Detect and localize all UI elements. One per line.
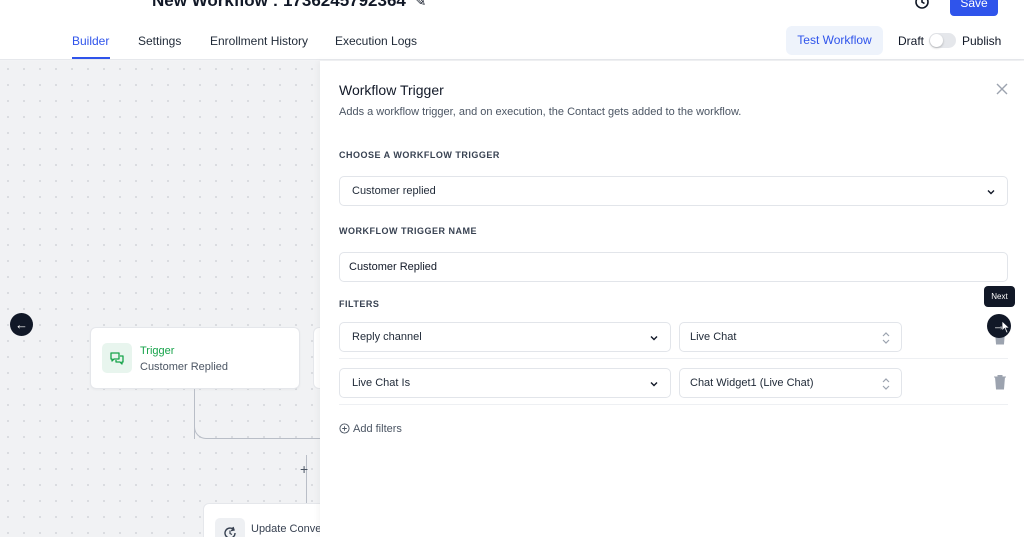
add-filters-label: Add filters xyxy=(353,423,402,435)
trigger-node-name: Customer Replied xyxy=(140,361,229,373)
trigger-name-input[interactable]: Customer Replied xyxy=(339,252,1008,282)
publish-toggle[interactable] xyxy=(929,33,956,48)
second-trigger-node[interactable] xyxy=(313,327,320,389)
workflow-title[interactable]: New Workflow : 1736245792364 ✎ xyxy=(152,0,426,11)
draft-label: Draft xyxy=(898,34,925,48)
filter-field-select[interactable]: Reply channel xyxy=(339,322,671,352)
action-node[interactable]: Update Conve xyxy=(203,503,320,537)
workflow-trigger-panel: Workflow Trigger Adds a workflow trigger… xyxy=(320,61,1024,537)
mouse-cursor-icon xyxy=(1001,320,1011,334)
choose-trigger-label: CHOOSE A WORKFLOW TRIGGER xyxy=(339,150,500,160)
filter-value-select[interactable]: Live Chat xyxy=(679,322,902,352)
filter-field-select[interactable]: Live Chat Is xyxy=(339,368,671,398)
tab-settings[interactable]: Settings xyxy=(138,34,181,48)
trigger-node-type: Trigger xyxy=(140,345,175,357)
add-step-button[interactable]: + xyxy=(300,461,308,477)
trigger-type-select[interactable]: Customer replied xyxy=(339,176,1008,206)
plus-circle-icon xyxy=(339,423,350,434)
workflow-canvas[interactable]: ← Trigger Customer Replied + Update Conv… xyxy=(0,61,320,537)
tab-enrollment-history[interactable]: Enrollment History xyxy=(210,34,308,48)
up-down-icon xyxy=(882,378,890,390)
publish-label: Publish xyxy=(962,34,1002,48)
connector-curve xyxy=(194,417,216,439)
next-tooltip: Next xyxy=(984,286,1015,307)
panel-title: Workflow Trigger xyxy=(339,82,444,98)
trigger-type-value: Customer replied xyxy=(352,185,436,197)
refresh-icon xyxy=(215,518,245,537)
close-icon[interactable] xyxy=(994,81,1010,97)
tab-builder[interactable]: Builder xyxy=(72,34,109,48)
divider xyxy=(339,358,1008,359)
filter-value: Chat Widget1 (Live Chat) xyxy=(690,377,814,389)
chevron-down-icon xyxy=(987,190,995,195)
active-tab-indicator xyxy=(72,57,110,59)
filter-value-select[interactable]: Chat Widget1 (Live Chat) xyxy=(679,368,902,398)
chevron-down-icon xyxy=(650,336,658,341)
add-filters-button[interactable]: Add filters xyxy=(339,423,402,435)
test-workflow-button[interactable]: Test Workflow xyxy=(786,26,883,55)
top-bar: New Workflow : 1736245792364 ✎ Save Build… xyxy=(0,0,1024,60)
pencil-icon[interactable]: ✎ xyxy=(414,0,427,10)
history-icon[interactable] xyxy=(914,0,930,10)
chat-icon xyxy=(102,343,132,373)
workflow-title-text: New Workflow : 1736245792364 xyxy=(152,0,406,10)
connector-line xyxy=(215,438,320,439)
filter-value: Live Chat xyxy=(690,331,737,343)
trash-icon[interactable] xyxy=(993,374,1007,390)
trigger-name-label: WORKFLOW TRIGGER NAME xyxy=(339,226,477,236)
filter-field-value: Live Chat Is xyxy=(352,377,411,389)
panel-description: Adds a workflow trigger, and on executio… xyxy=(339,106,742,118)
trigger-node[interactable]: Trigger Customer Replied xyxy=(90,327,300,389)
arrow-left-icon[interactable]: ← xyxy=(10,313,33,336)
filters-label: FILTERS xyxy=(339,299,380,309)
divider xyxy=(339,404,1008,405)
action-node-name: Update Conve xyxy=(251,523,320,535)
filter-field-value: Reply channel xyxy=(352,331,422,343)
toggle-knob xyxy=(930,34,943,47)
chevron-down-icon xyxy=(650,382,658,387)
save-button[interactable]: Save xyxy=(950,0,998,16)
up-down-icon xyxy=(882,332,890,344)
tab-execution-logs[interactable]: Execution Logs xyxy=(335,34,417,48)
trigger-name-value: Customer Replied xyxy=(349,261,438,273)
